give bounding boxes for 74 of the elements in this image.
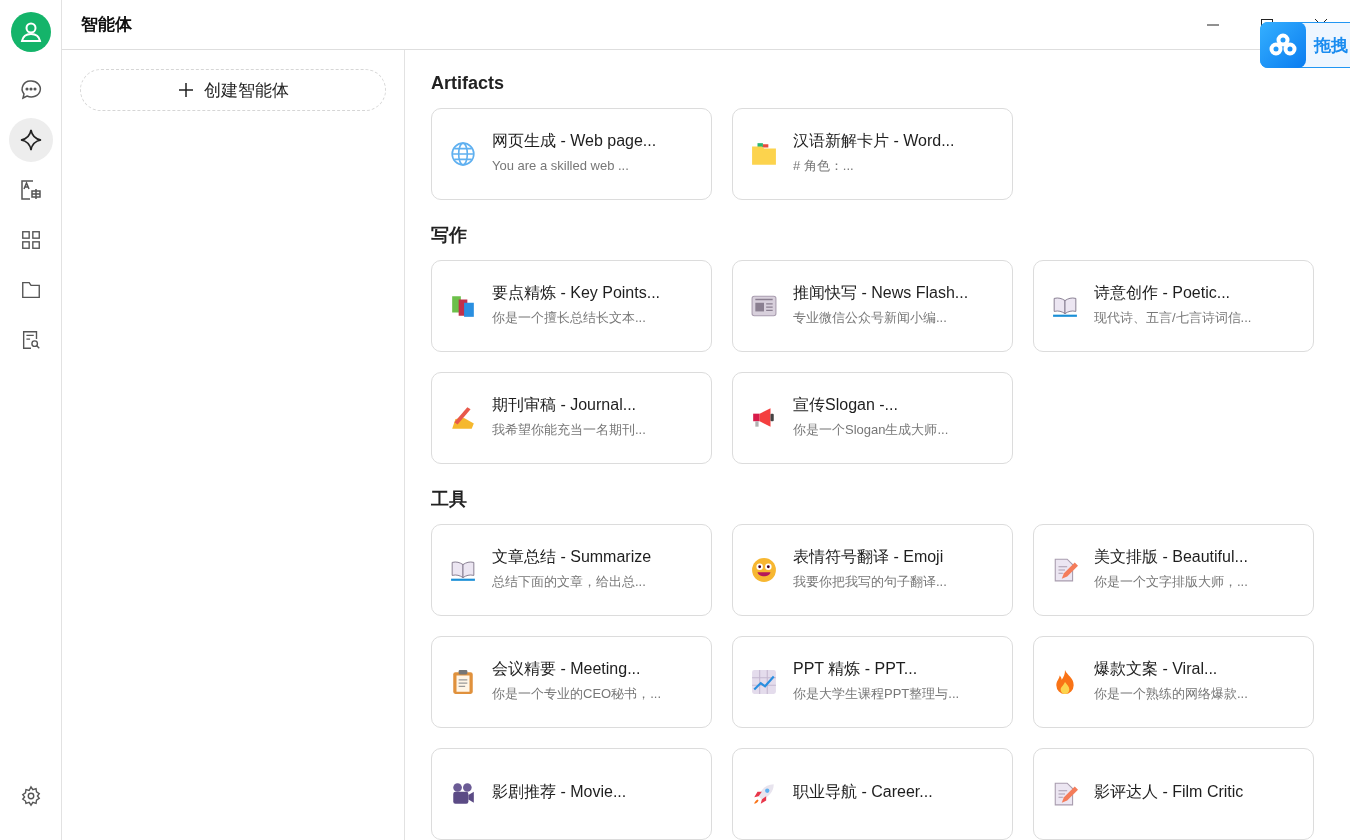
agent-card[interactable]: 爆款文案 - Viral... 你是一个熟练的网络爆款... [1033,636,1314,728]
card-title: 推闻快写 - News Flash... [793,282,969,303]
card-description: You are a skilled web ... [492,157,630,174]
smiley-icon [751,557,777,583]
card-description: 专业微信公众号新闻小编... [793,309,948,326]
card-description: 你是一个文字排版大师，... [1094,573,1248,590]
card-title: 诗意创作 - Poetic... [1094,282,1232,303]
agent-card[interactable]: 推闻快写 - News Flash... 专业微信公众号新闻小编... [732,260,1013,352]
card-description: 现代诗、五言/七言诗词信... [1094,309,1252,326]
agent-card[interactable]: 表情符号翻译 - Emoji 我要你把我写的句子翻译... [732,524,1013,616]
card-title: 影评达人 - Film Critic [1094,782,1244,802]
agent-card[interactable]: 期刊审稿 - Journal... 我希望你能充当一名期刊... [431,372,712,464]
chat-icon [18,78,43,102]
plus-icon [177,82,194,98]
card-title: 会议精要 - Meeting... [492,658,642,679]
card-description: 总结下面的文章，给出总... [492,573,647,590]
section-heading: 写作 [431,224,467,246]
card-description: 你是一个擅长总结长文本... [492,309,647,326]
card-description: 你是一个专业的CEO秘书，... [492,685,661,702]
card-title: PPT 精炼 - PPT... [793,658,919,679]
card-title: 网页生成 - Web page... [492,130,657,151]
cloud-icon [1260,22,1306,68]
card-title: 美文排版 - Beautiful... [1094,546,1248,567]
agent-card[interactable]: 影评达人 - Film Critic [1033,748,1314,840]
agent-card[interactable]: 网页生成 - Web page... You are a skilled web ... [431,108,712,200]
clipboard-icon [450,669,476,695]
avatar[interactable] [10,12,51,52]
agent-card[interactable]: 文章总结 - Summarize 总结下面的文章，给出总... [431,524,712,616]
card-title: 职业导航 - Career... [793,782,933,802]
agent-card[interactable]: PPT 精炼 - PPT... 你是大学生课程PPT整理与... [732,636,1013,728]
globe-icon [450,141,476,167]
card-title: 宣传Slogan -... [793,394,899,415]
card-title: 影剧推荐 - Movie... [492,782,627,802]
card-title: 汉语新解卡片 - Word... [793,130,955,151]
rail-button[interactable] [8,118,53,162]
card-description: # 角色：... [793,157,855,174]
minimize-button[interactable] [1206,23,1220,26]
card-title: 文章总结 - Summarize [492,546,652,567]
agent-card[interactable]: 要点精炼 - Key Points... 你是一个擅长总结长文本... [431,260,712,352]
card-description: 你是一个Slogan生成大师... [793,421,949,438]
document-pencil-icon [1052,557,1078,583]
card-description: 我要你把我写的句子翻译... [793,573,947,590]
document-pencil-icon [1052,781,1078,807]
agent-card[interactable]: 职业导航 - Career... [732,748,1013,840]
rocket-icon [751,781,777,807]
card-description: 你是一个熟练的网络爆款... [1094,685,1248,702]
settings-icon [19,785,42,807]
card-title: 表情符号翻译 - Emoji [793,546,945,567]
card-title: 期刊审稿 - Journal... [492,394,638,415]
agent-card[interactable]: 汉语新解卡片 - Word... # 角色：... [732,108,1013,200]
translate-icon [18,178,43,202]
writing-hand-icon [450,405,476,431]
window-title: 智能体 [81,14,132,36]
card-title: 要点精炼 - Key Points... [492,282,661,303]
card-description: 你是大学生课程PPT整理与... [793,685,960,702]
agent-card[interactable]: 宣传Slogan -... 你是一个Slogan生成大师... [732,372,1013,464]
agent-card[interactable]: 影剧推荐 - Movie... [431,748,712,840]
minimize-icon [1206,23,1220,26]
line-chart-icon [751,669,777,695]
folder-icon [19,279,42,301]
newspaper-icon [751,293,777,319]
section-heading: Artifacts [431,72,505,94]
sparkle-icon [18,128,43,152]
folder-icon [751,141,777,167]
section-heading: 工具 [431,488,467,510]
create-agent-button[interactable]: 创建智能体 [80,69,386,111]
card-title: 爆款文案 - Viral... [1094,658,1219,679]
agent-card[interactable]: 会议精要 - Meeting... 你是一个专业的CEO秘书，... [431,636,712,728]
agent-card[interactable]: 美文排版 - Beautiful... 你是一个文字排版大师，... [1033,524,1314,616]
agent-card[interactable]: 诗意创作 - Poetic... 现代诗、五言/七言诗词信... [1033,260,1314,352]
books-icon [450,293,476,319]
grid-icon [19,229,42,251]
movie-camera-icon [450,781,476,807]
card-description: 我希望你能充当一名期刊... [492,421,646,438]
